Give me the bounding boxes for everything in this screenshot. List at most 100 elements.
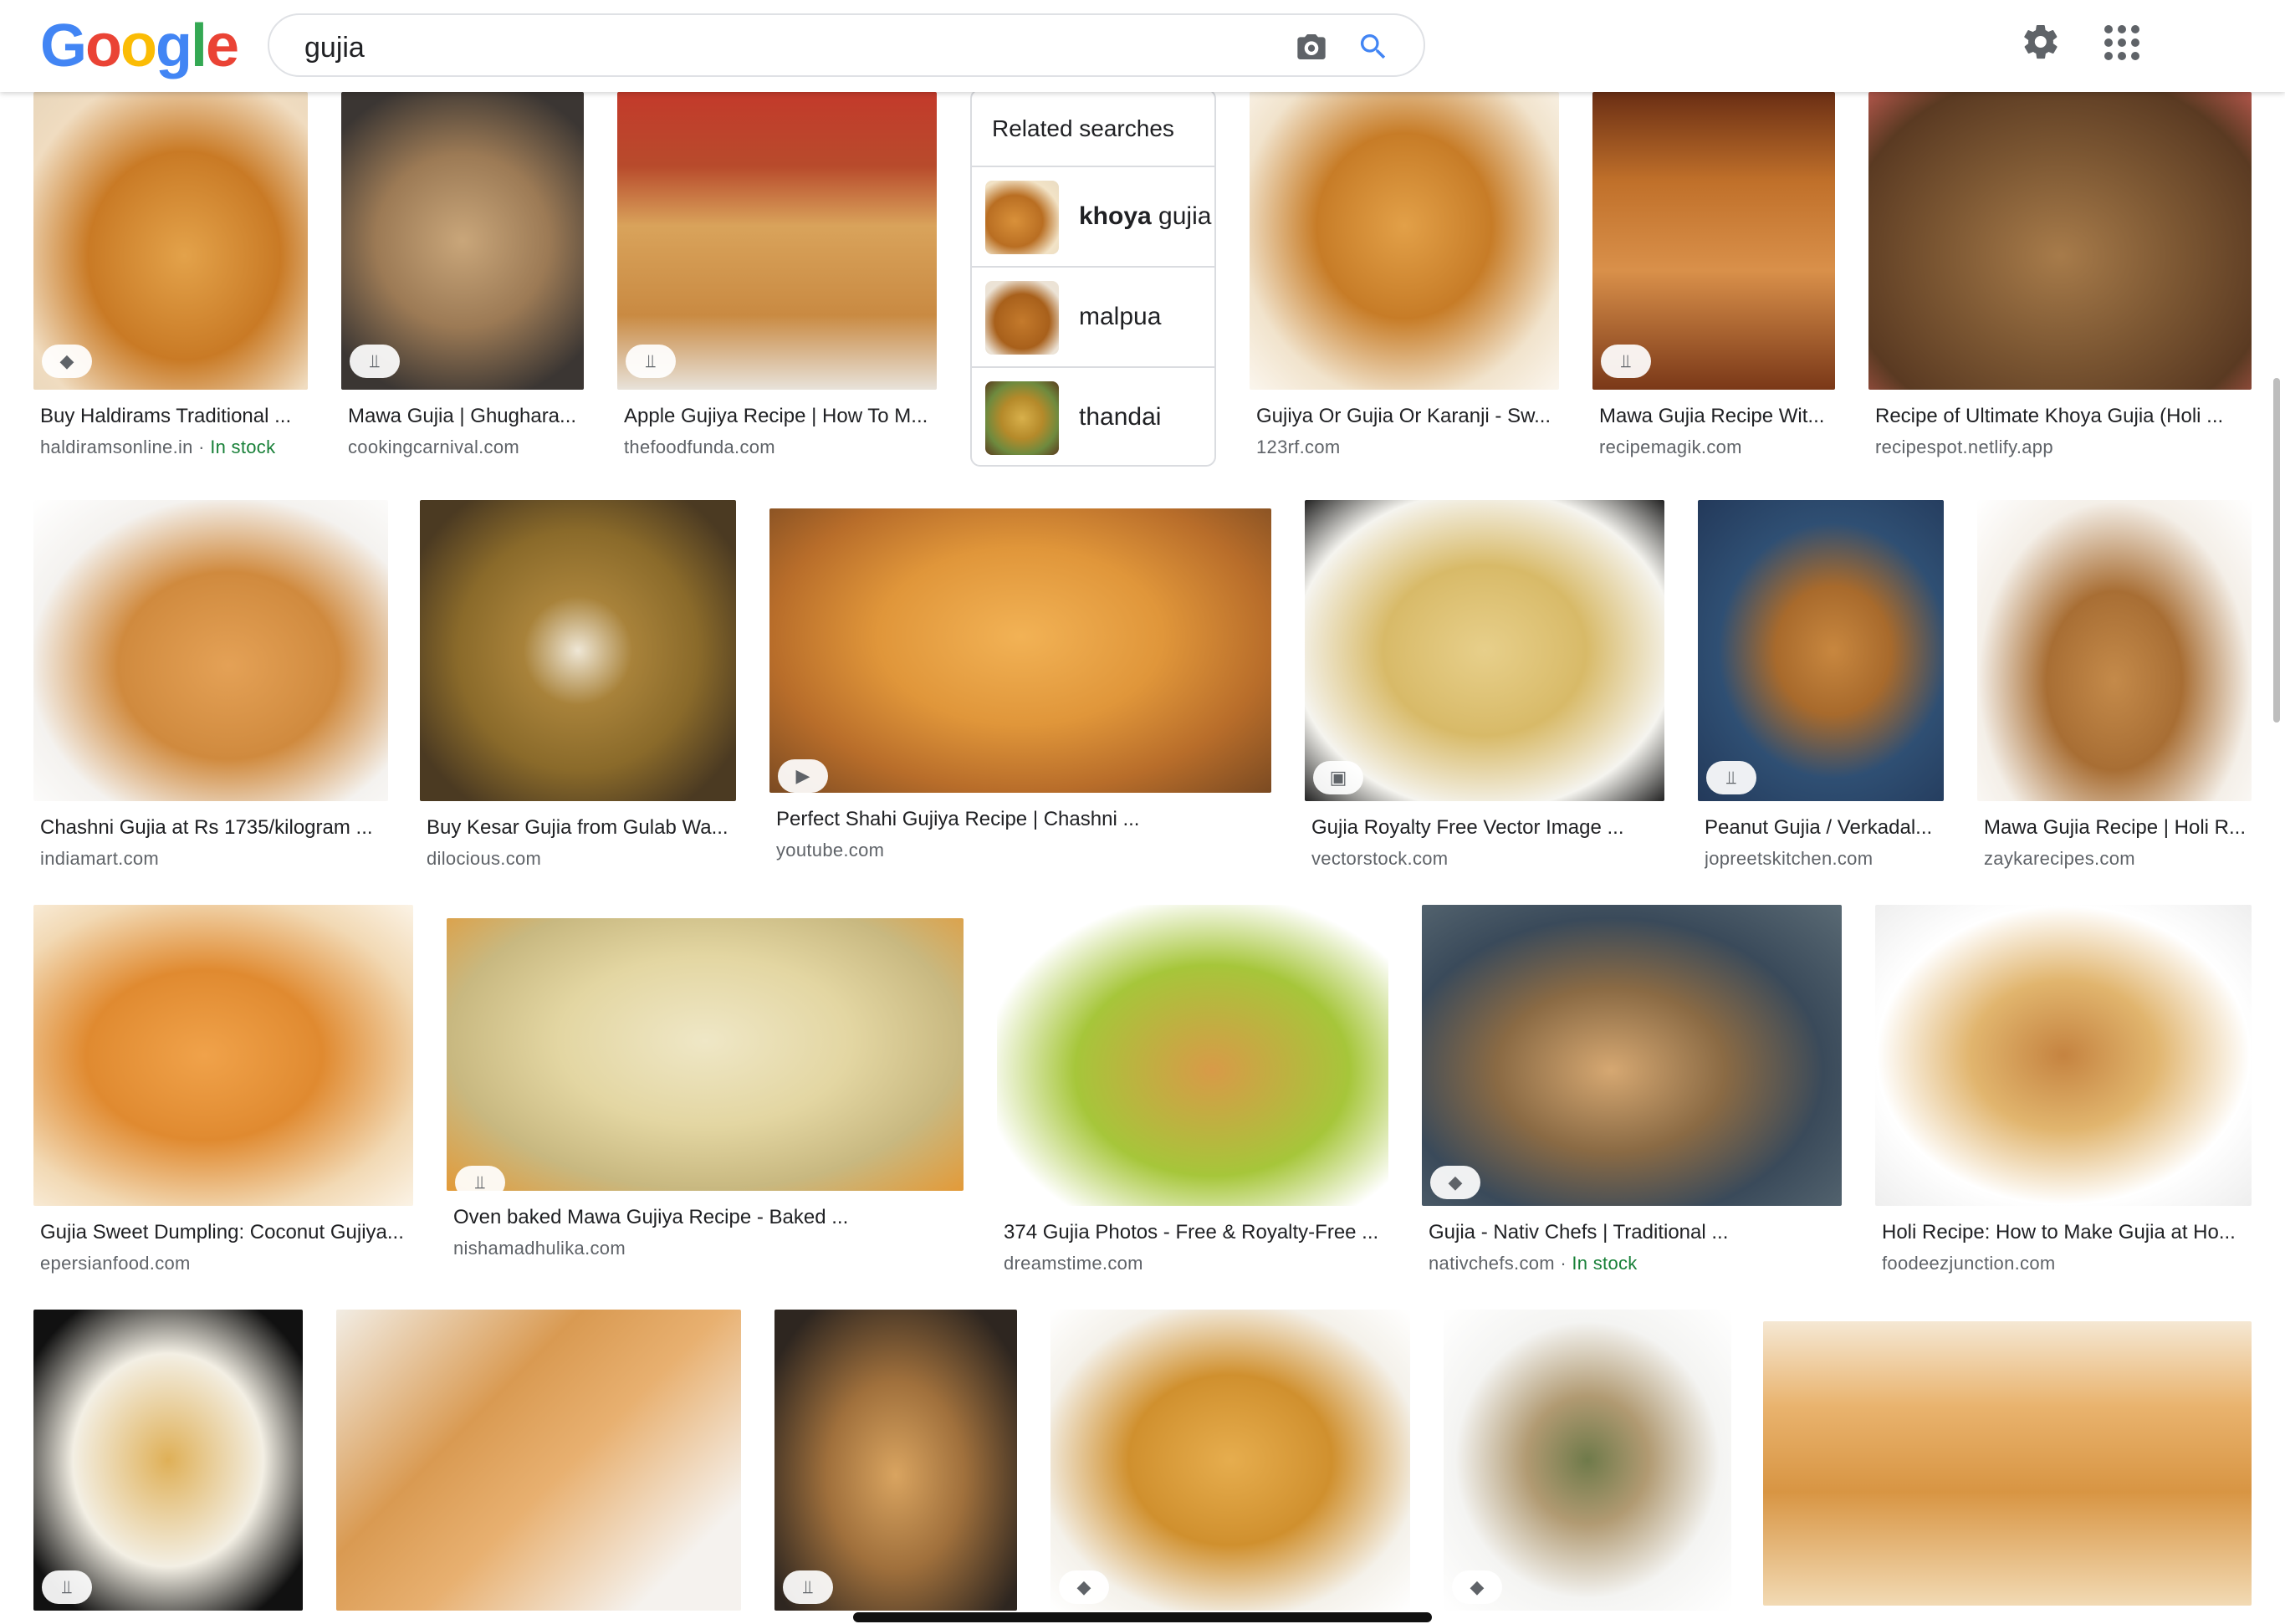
result-domain: recipemagik.com [1599, 437, 1742, 457]
thumbnail-image [985, 381, 1059, 455]
result-image[interactable] [1422, 905, 1842, 1206]
result-image[interactable] [1698, 500, 1944, 801]
image-result[interactable] [1763, 1321, 2252, 1624]
result-title[interactable]: 374 Gujia Photos - Free & Royalty-Free .… [1004, 1221, 1385, 1244]
image-result[interactable]: Holi Recipe: How to Make Gujia at Ho... f… [1875, 905, 2252, 1281]
related-item-thandai[interactable]: thandai [972, 368, 1214, 465]
image-result[interactable]: ◆ Gujia - Nativ Chefs | Traditional ... na… [1422, 905, 1842, 1281]
image-result[interactable]: Gujiya Or Gujia Or Karanji - Sw... 123rf.… [1250, 92, 1559, 465]
result-image[interactable] [1250, 92, 1559, 390]
logo-letter: o [85, 13, 122, 79]
image-result[interactable]: ◆ Buy Haldirams Traditional ... haldiramso… [33, 92, 308, 465]
logo-letter: l [190, 13, 207, 79]
result-image[interactable] [1977, 500, 2252, 801]
result-image[interactable] [447, 918, 964, 1191]
result-source: thefoodfunda.com [624, 437, 933, 458]
home-indicator[interactable] [853, 1612, 1432, 1622]
result-image[interactable] [1763, 1321, 2252, 1606]
image-result[interactable]: Mawa Gujia Recipe | Holi R... zaykarecipe… [1977, 500, 2252, 876]
result-image[interactable] [1050, 1310, 1410, 1611]
recipe-icon: ⫫ [455, 1166, 505, 1199]
image-result[interactable]: ▶ Perfect Shahi Gujiya Recipe | Chashni .… [769, 508, 1271, 868]
image-result[interactable]: 374 Gujia Photos - Free & Royalty-Free .… [997, 905, 1388, 1281]
result-source: epersianfood.com [40, 1253, 410, 1274]
image-result[interactable]: ◆ [1444, 1310, 1731, 1624]
result-image[interactable] [1868, 92, 2252, 390]
result-image[interactable] [769, 508, 1271, 793]
logo-letter: e [205, 13, 239, 79]
result-image[interactable] [336, 1310, 741, 1611]
image-result[interactable]: ⫫ Mawa Gujia | Ghughara... cookingcarnival… [341, 92, 584, 465]
result-title[interactable]: Gujiya Or Gujia Or Karanji - Sw... [1256, 405, 1556, 428]
result-domain: foodeezjunction.com [1882, 1253, 2056, 1274]
logo-letter: g [155, 13, 192, 79]
result-title[interactable]: Apple Gujiya Recipe | How To M... [624, 405, 933, 428]
result-image[interactable] [33, 500, 388, 801]
result-title[interactable]: Oven baked Mawa Gujiya Recipe - Baked ..… [453, 1206, 960, 1229]
top-bar: Google gujia [0, 0, 2285, 92]
image-result[interactable]: Gujia Sweet Dumpling: Coconut Gujiya... e… [33, 905, 413, 1281]
search-input[interactable]: gujia [304, 32, 365, 64]
result-title[interactable]: Peanut Gujia / Verkadal... [1705, 816, 1940, 840]
separator: · [1554, 1253, 1572, 1274]
result-source: dreamstime.com [1004, 1253, 1385, 1274]
related-item-label: gujia [1151, 202, 1212, 230]
result-image[interactable] [420, 500, 736, 801]
result-title[interactable]: Mawa Gujia Recipe Wit... [1599, 405, 1832, 428]
result-image[interactable] [1444, 1310, 1731, 1611]
image-result[interactable]: ⫫ Oven baked Mawa Gujiya Recipe - Baked .… [447, 918, 964, 1266]
result-title[interactable]: Mawa Gujia | Ghughara... [348, 405, 580, 428]
result-domain: jopreetskitchen.com [1705, 848, 1873, 869]
related-item-khoya-gujia[interactable]: khoya gujia [972, 167, 1214, 268]
result-image[interactable] [33, 905, 413, 1206]
image-result[interactable]: ⫫ [33, 1310, 303, 1624]
result-domain: zaykarecipes.com [1984, 848, 2135, 869]
result-domain: indiamart.com [40, 848, 160, 869]
image-result[interactable]: ⫫ Peanut Gujia / Verkadal... jopreetskitch… [1698, 500, 1944, 876]
scrollbar[interactable] [2273, 378, 2280, 723]
image-result[interactable]: ⫫ Apple Gujiya Recipe | How To M... thefoo… [617, 92, 937, 465]
result-title[interactable]: Chashni Gujia at Rs 1735/kilogram ... [40, 816, 385, 840]
tag-icon: ◆ [42, 345, 92, 378]
result-image[interactable] [774, 1310, 1017, 1611]
related-item-bold: khoya [1079, 202, 1152, 230]
recipe-icon: ⫫ [626, 345, 676, 378]
result-title[interactable]: Recipe of Ultimate Khoya Gujia (Holi ... [1875, 405, 2248, 428]
image-result[interactable]: Recipe of Ultimate Khoya Gujia (Holi ...… [1868, 92, 2252, 465]
result-image[interactable] [1875, 905, 2252, 1206]
search-icon[interactable] [1357, 30, 1390, 64]
image-result[interactable]: ▣ Gujia Royalty Free Vector Image ... vect… [1305, 500, 1664, 876]
apps-grid-icon[interactable] [2104, 25, 2139, 60]
result-title[interactable]: Holi Recipe: How to Make Gujia at Ho... [1882, 1221, 2248, 1244]
gear-icon[interactable] [2021, 22, 2061, 62]
result-title[interactable]: Gujia Royalty Free Vector Image ... [1311, 816, 1661, 840]
image-result[interactable]: Chashni Gujia at Rs 1735/kilogram ... ind… [33, 500, 388, 876]
recipe-icon: ⫫ [350, 345, 400, 378]
related-searches-card: Related searches khoya gujia malpua than… [970, 89, 1216, 467]
image-result[interactable]: ◆ [1050, 1310, 1410, 1624]
result-title[interactable]: Buy Haldirams Traditional ... [40, 405, 304, 428]
result-image[interactable] [33, 1310, 303, 1611]
stock-status: In stock [1572, 1253, 1638, 1274]
result-source: zaykarecipes.com [1984, 848, 2248, 870]
image-result[interactable]: ⫫ Mawa Gujia Recipe Wit... recipemagik.com [1592, 92, 1835, 465]
result-source: foodeezjunction.com [1882, 1253, 2248, 1274]
related-item-malpua[interactable]: malpua [972, 268, 1214, 368]
image-result[interactable]: ⫫ [774, 1310, 1017, 1624]
result-source: dilocious.com [427, 848, 733, 870]
google-logo[interactable]: Google [40, 12, 239, 80]
result-title[interactable]: Gujia Sweet Dumpling: Coconut Gujiya... [40, 1221, 410, 1244]
play-icon: ▶ [778, 759, 828, 793]
image-result[interactable] [336, 1310, 741, 1624]
camera-icon[interactable] [1295, 30, 1328, 64]
result-image[interactable] [1305, 500, 1664, 801]
result-image[interactable] [997, 905, 1388, 1206]
result-title[interactable]: Buy Kesar Gujia from Gulab Wa... [427, 816, 733, 840]
result-domain: dilocious.com [427, 848, 542, 869]
image-result[interactable]: Buy Kesar Gujia from Gulab Wa... dilociou… [420, 500, 736, 876]
image-icon: ▣ [1313, 761, 1363, 794]
result-title[interactable]: Perfect Shahi Gujiya Recipe | Chashni ..… [776, 808, 1268, 831]
result-title[interactable]: Gujia - Nativ Chefs | Traditional ... [1429, 1221, 1838, 1244]
result-title[interactable]: Mawa Gujia Recipe | Holi R... [1984, 816, 2248, 840]
search-box[interactable]: gujia [268, 13, 1425, 77]
